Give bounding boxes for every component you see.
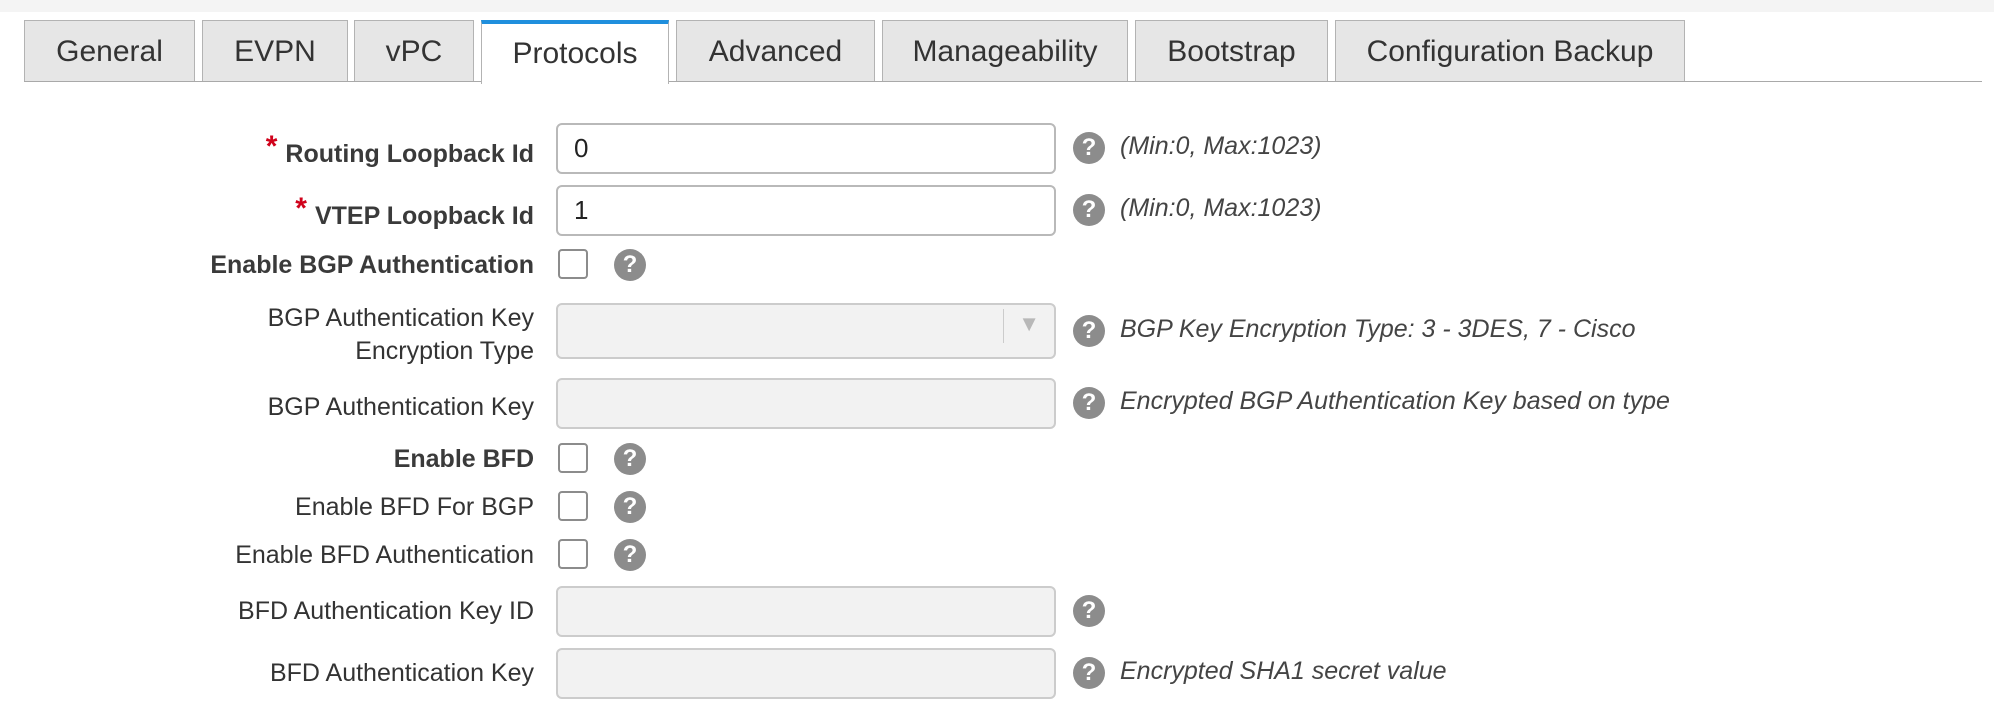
enable-bfd-auth-label: Enable BFD Authentication <box>235 541 534 569</box>
tab-bootstrap[interactable]: Bootstrap <box>1135 20 1328 82</box>
select-divider <box>1003 309 1004 343</box>
top-strip <box>0 0 1994 12</box>
chevron-down-icon[interactable]: ▼ <box>1018 311 1040 337</box>
required-marker: * <box>295 192 307 225</box>
bfd-auth-key-label: BFD Authentication Key <box>269 659 534 687</box>
enable-bgp-auth-label: Enable BGP Authentication <box>210 251 534 279</box>
enable-bfd-bgp-label: Enable BFD For BGP <box>295 493 534 521</box>
help-icon[interactable]: ? <box>614 491 646 523</box>
bgp-auth-key-input[interactable] <box>556 378 1056 429</box>
protocols-settings-page: General EVPN vPC Protocols Advanced Mana… <box>0 0 1994 720</box>
enable-bfd-label: Enable BFD <box>393 445 534 473</box>
tab-evpn[interactable]: EVPN <box>202 20 348 82</box>
enable-bfd-auth-checkbox[interactable] <box>558 539 588 569</box>
tab-bar: General EVPN vPC Protocols Advanced Mana… <box>0 0 1994 84</box>
bgp-auth-key-label: BGP Authentication Key <box>267 393 534 421</box>
bfd-auth-key-input[interactable] <box>556 648 1056 699</box>
enable-bfd-bgp-checkbox[interactable] <box>558 491 588 521</box>
tab-protocols[interactable]: Protocols <box>481 20 669 84</box>
vtep-loopback-input[interactable] <box>556 185 1056 236</box>
bgp-auth-key-hint: Encrypted BGP Authentication Key based o… <box>1120 387 1670 415</box>
routing-loopback-hint: (Min:0, Max:1023) <box>1120 132 1322 160</box>
tab-vpc[interactable]: vPC <box>354 20 474 82</box>
bfd-auth-key-id-input[interactable] <box>556 586 1056 637</box>
bgp-key-enc-type-select[interactable]: ▼ <box>556 303 1056 359</box>
help-icon[interactable]: ? <box>1073 132 1105 164</box>
routing-loopback-input[interactable] <box>556 123 1056 174</box>
enable-bgp-auth-checkbox[interactable] <box>558 249 588 279</box>
tab-advanced[interactable]: Advanced <box>676 20 875 82</box>
help-icon[interactable]: ? <box>1073 657 1105 689</box>
help-icon[interactable]: ? <box>1073 315 1105 347</box>
enable-bfd-checkbox[interactable] <box>558 443 588 473</box>
bgp-key-enc-type-label: BGP Authentication Key Encryption Type <box>267 304 534 365</box>
help-icon[interactable]: ? <box>614 249 646 281</box>
tab-manageability[interactable]: Manageability <box>882 20 1128 82</box>
help-icon[interactable]: ? <box>1073 194 1105 226</box>
required-marker: * <box>265 130 278 163</box>
tab-configuration-backup[interactable]: Configuration Backup <box>1335 20 1685 82</box>
bgp-key-enc-type-hint: BGP Key Encryption Type: 3 - 3DES, 7 - C… <box>1120 315 1636 343</box>
tab-general[interactable]: General <box>24 20 195 82</box>
tab-baseline <box>24 81 1982 82</box>
help-icon[interactable]: ? <box>614 539 646 571</box>
bfd-auth-key-id-label: BFD Authentication Key ID <box>238 597 534 625</box>
help-icon[interactable]: ? <box>1073 595 1105 627</box>
vtep-loopback-hint: (Min:0, Max:1023) <box>1120 194 1322 222</box>
bfd-auth-key-hint: Encrypted SHA1 secret value <box>1120 657 1447 685</box>
vtep-loopback-label: * VTEP Loopback Id <box>295 192 534 230</box>
routing-loopback-label: * Routing Loopback Id <box>265 130 534 168</box>
help-icon[interactable]: ? <box>614 443 646 475</box>
help-icon[interactable]: ? <box>1073 387 1105 419</box>
